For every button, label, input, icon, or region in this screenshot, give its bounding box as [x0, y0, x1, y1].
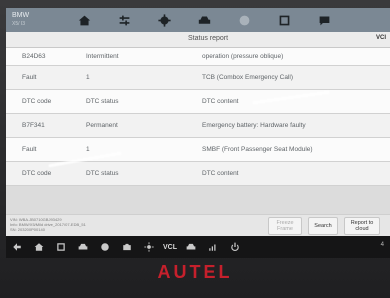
col-header-dtc-code: DTC code	[22, 98, 52, 105]
fault-label-cell: Fault	[22, 146, 37, 153]
record-icon[interactable]	[224, 8, 264, 32]
dtc-table: B24D63 Intermittent operation (pressure …	[6, 48, 390, 186]
vehicle-connect-icon[interactable]	[180, 236, 202, 258]
status-indicator: 4	[380, 242, 384, 248]
module-name-cell: SMBF (Front Passenger Seat Module)	[202, 146, 313, 153]
tools-icon[interactable]	[104, 8, 144, 32]
dtc-content-cell: operation (pressure oblique)	[202, 53, 284, 60]
module-name-cell: TCB (Combox Emergency Call)	[202, 74, 294, 81]
dtc-code-cell: B7F341	[22, 122, 45, 129]
table-row[interactable]: B7F341 Permanent Emergency battery: Hard…	[6, 114, 390, 138]
dtc-content-cell: Emergency battery: Hardware faulty	[202, 122, 306, 129]
status-title: Status report	[188, 35, 229, 42]
table-header-row: DTC code DTC status DTC content	[6, 90, 390, 114]
col-header-dtc-status: DTC status	[86, 98, 119, 105]
status-header: Status report VCI	[6, 32, 390, 48]
power-icon[interactable]	[224, 236, 246, 258]
dtc-code-cell: B24D63	[22, 53, 46, 60]
search-button[interactable]: Search	[308, 217, 338, 235]
device-logo: AUTEL	[157, 262, 233, 282]
camera-icon[interactable]	[116, 236, 138, 258]
vcl-label[interactable]: VCL	[163, 244, 177, 251]
report-to-cloud-button[interactable]: Report to cloud	[344, 217, 380, 235]
fault-count-cell: 1	[86, 74, 90, 81]
brightness-icon[interactable]	[138, 236, 160, 258]
settings-icon[interactable]	[144, 8, 184, 32]
tablet-screen: BMW X5/ I3 Status report VCI B24D63 Inte…	[6, 8, 390, 236]
back-icon[interactable]	[6, 236, 28, 258]
dtc-status-cell: Intermittent	[86, 53, 119, 60]
table-row[interactable]: B24D63 Intermittent operation (pressure …	[6, 48, 390, 66]
network-icon[interactable]	[202, 236, 224, 258]
folder-icon[interactable]	[264, 8, 304, 32]
vehicle-info: VIN: WBA.JB0710GBJ93429 Info: BMW/X5/Mil…	[10, 217, 190, 233]
top-toolbar: BMW X5/ I3	[6, 8, 390, 32]
report-footer: VIN: WBA.JB0710GBJ93429 Info: BMW/X5/Mil…	[6, 214, 390, 236]
col-header-dtc-content: DTC content	[202, 98, 239, 105]
car-icon[interactable]	[72, 236, 94, 258]
vehicle-icon[interactable]	[184, 8, 224, 32]
serial-line: SN: 203200P00140	[10, 227, 45, 233]
vehicle-brand: BMW X5/ I3	[6, 12, 64, 28]
dtc-status-cell: Permanent	[86, 122, 118, 129]
system-nav-bar: VCL 4	[6, 236, 390, 258]
fault-label-cell: Fault	[22, 74, 37, 81]
brand-model: X5/ I3	[12, 21, 26, 27]
home-icon[interactable]	[28, 236, 50, 258]
browser-icon[interactable]	[94, 236, 116, 258]
fault-count-cell: 1	[86, 146, 90, 153]
home-icon[interactable]	[64, 8, 104, 32]
table-header-row: DTC code DTC status DTC content	[6, 162, 390, 186]
col-header-dtc-status: DTC status	[86, 170, 119, 177]
vci-indicator: VCI	[375, 35, 386, 41]
col-header-dtc-content: DTC content	[202, 170, 239, 177]
brand-title: BMW	[12, 12, 30, 19]
message-icon[interactable]	[304, 8, 344, 32]
recent-apps-icon[interactable]	[50, 236, 72, 258]
table-row[interactable]: Fault 1 SMBF (Front Passenger Seat Modul…	[6, 138, 390, 162]
table-row[interactable]: Fault 1 TCB (Combox Emergency Call)	[6, 66, 390, 90]
freeze-frame-button[interactable]: Freeze Frame	[268, 217, 302, 235]
col-header-dtc-code: DTC code	[22, 170, 52, 177]
